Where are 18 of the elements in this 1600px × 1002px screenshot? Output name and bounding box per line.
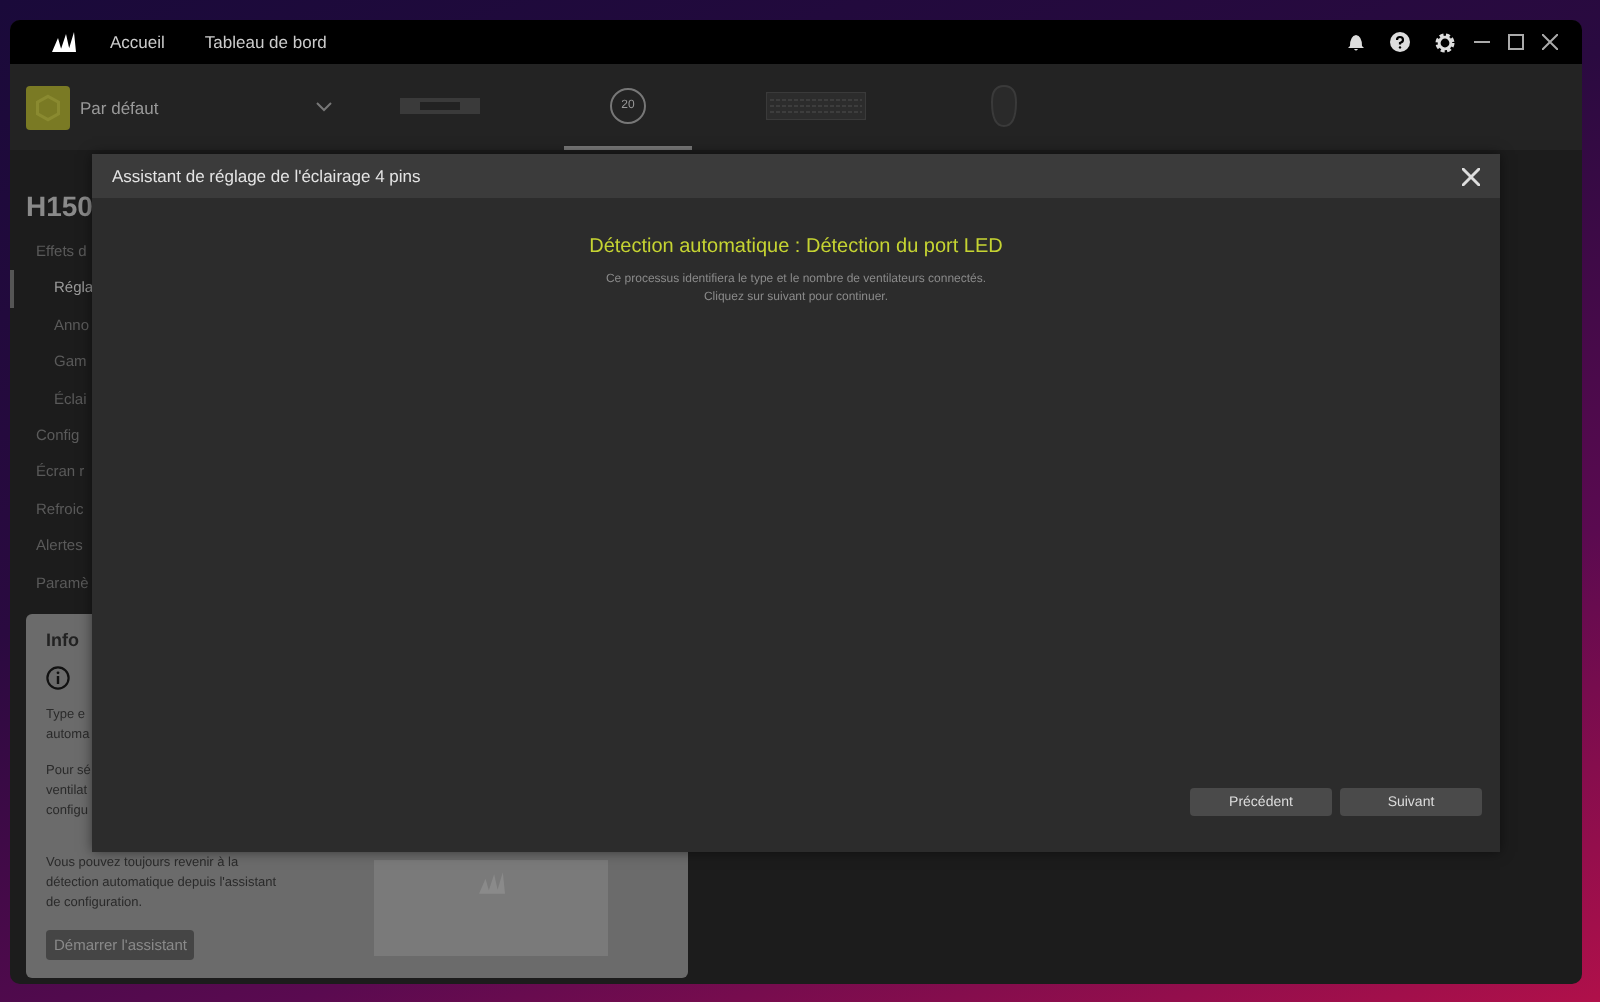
profile-icon[interactable] — [26, 85, 70, 129]
keyboard-icon — [766, 91, 866, 119]
help-icon[interactable] — [1390, 32, 1410, 52]
close-icon[interactable] — [1542, 34, 1558, 50]
nav-link[interactable]: Tableau de bord — [204, 32, 327, 52]
sails-logo-icon — [50, 30, 78, 54]
info-icon — [46, 665, 70, 690]
device-title: H150 — [26, 190, 95, 222]
bell-icon[interactable] — [1346, 32, 1366, 52]
profile-name[interactable]: Par défaut — [80, 97, 316, 117]
dialog-heading: Détection automatique : Détection du port LED — [589, 236, 1003, 258]
chevron-down-icon[interactable] — [316, 102, 332, 112]
nav-link[interactable]: Accueil — [110, 32, 165, 52]
dialog-title: Assistant de réglage de l'éclairage 4 pins — [112, 166, 423, 186]
settings-icon[interactable] — [1434, 31, 1456, 53]
memory-module-icon — [400, 95, 480, 115]
card-title: Info — [46, 629, 81, 650]
maximize-icon[interactable] — [1508, 34, 1524, 50]
